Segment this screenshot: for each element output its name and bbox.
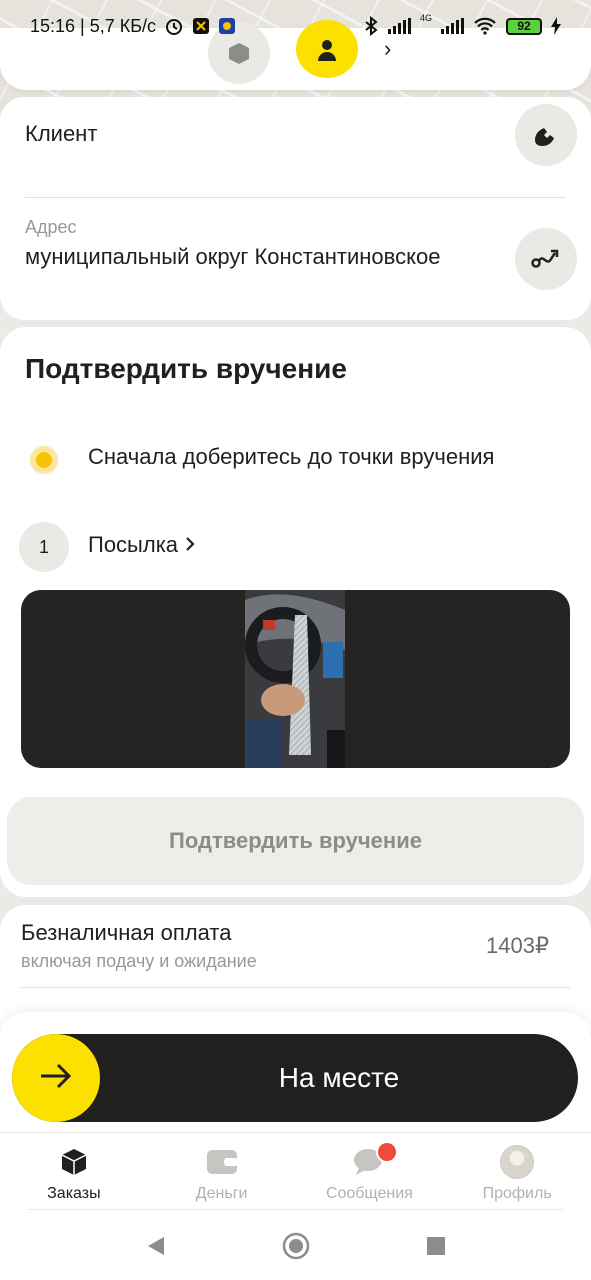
battery-icon: 92 (506, 17, 542, 35)
app-notification-icon (192, 17, 210, 35)
tab-profile-label: Профиль (482, 1185, 552, 1202)
tab-messages-label: Сообщения (325, 1185, 413, 1202)
wallet-icon (205, 1145, 239, 1179)
client-divider (25, 197, 566, 198)
parcel-link[interactable]: Посылка (88, 532, 196, 558)
status-bar: 15:16 | 5,7 КБ/с 4G 92 (0, 0, 591, 52)
status-time: 15:16 | 5,7 КБ/с (30, 15, 157, 36)
alarm-icon (164, 16, 184, 36)
tab-bar-divider (28, 1209, 563, 1210)
client-card: Клиент Адрес муниципальный округ Констан… (0, 97, 591, 320)
network-type: 4G (419, 13, 432, 23)
client-label: Клиент (25, 121, 98, 146)
arrival-hint: Сначала доберитесь до точки вручения (88, 444, 495, 469)
system-navigation-bar (0, 1212, 591, 1280)
arrived-label: На месте (278, 1062, 400, 1093)
app-notification-icon-2 (218, 17, 236, 35)
back-button[interactable] (136, 1226, 176, 1266)
chat-icon (352, 1141, 399, 1179)
tab-profile[interactable]: Профиль (443, 1133, 591, 1210)
payment-divider (21, 987, 570, 988)
tab-money[interactable]: Деньги (148, 1133, 296, 1210)
home-button[interactable] (276, 1226, 316, 1266)
box-icon (57, 1145, 91, 1179)
parcel-number-badge: 1 (19, 522, 69, 572)
signal-icon-2 (441, 18, 464, 34)
phone-icon (531, 118, 561, 153)
parcel-label: Посылка (88, 532, 179, 557)
parcel-photo[interactable] (245, 590, 345, 768)
chevron-right-icon (184, 532, 196, 558)
status-dot-icon (30, 446, 58, 474)
arrow-right-icon (38, 1061, 74, 1096)
address-value[interactable]: муниципальный округ Константиновское (25, 242, 445, 272)
charging-icon (551, 17, 561, 35)
arrived-slider[interactable]: На месте (12, 1034, 578, 1122)
wifi-icon (473, 17, 497, 35)
bluetooth-icon (363, 16, 379, 36)
slider-knob[interactable] (12, 1034, 100, 1122)
notification-badge (376, 1141, 399, 1163)
confirm-delivery-button[interactable]: Подтвердить вручение (7, 797, 584, 885)
navigate-button[interactable] (515, 228, 577, 290)
signal-icon (387, 18, 411, 34)
tab-money-label: Деньги (195, 1185, 248, 1202)
tab-bar: Заказы Деньги Сообщения Профиль (0, 1132, 591, 1210)
route-icon (530, 243, 562, 276)
tab-messages[interactable]: Сообщения (296, 1133, 444, 1210)
tab-orders[interactable]: Заказы (0, 1133, 148, 1210)
address-label: Адрес (25, 217, 77, 237)
avatar (500, 1145, 535, 1179)
tab-orders-label: Заказы (47, 1185, 101, 1202)
payment-subtitle: включая подачу и ожидание (21, 951, 257, 971)
payment-title: Безналичная оплата (21, 920, 232, 945)
call-client-button[interactable] (515, 104, 577, 166)
confirm-delivery-card: Подтвердить вручение Сначала доберитесь … (0, 327, 591, 897)
recents-button[interactable] (416, 1226, 456, 1266)
confirm-title: Подтвердить вручение (25, 353, 347, 384)
payment-amount: 1403₽ (486, 933, 549, 958)
parcel-photo-container[interactable] (21, 590, 570, 768)
avatar-wrapper (500, 1145, 535, 1179)
